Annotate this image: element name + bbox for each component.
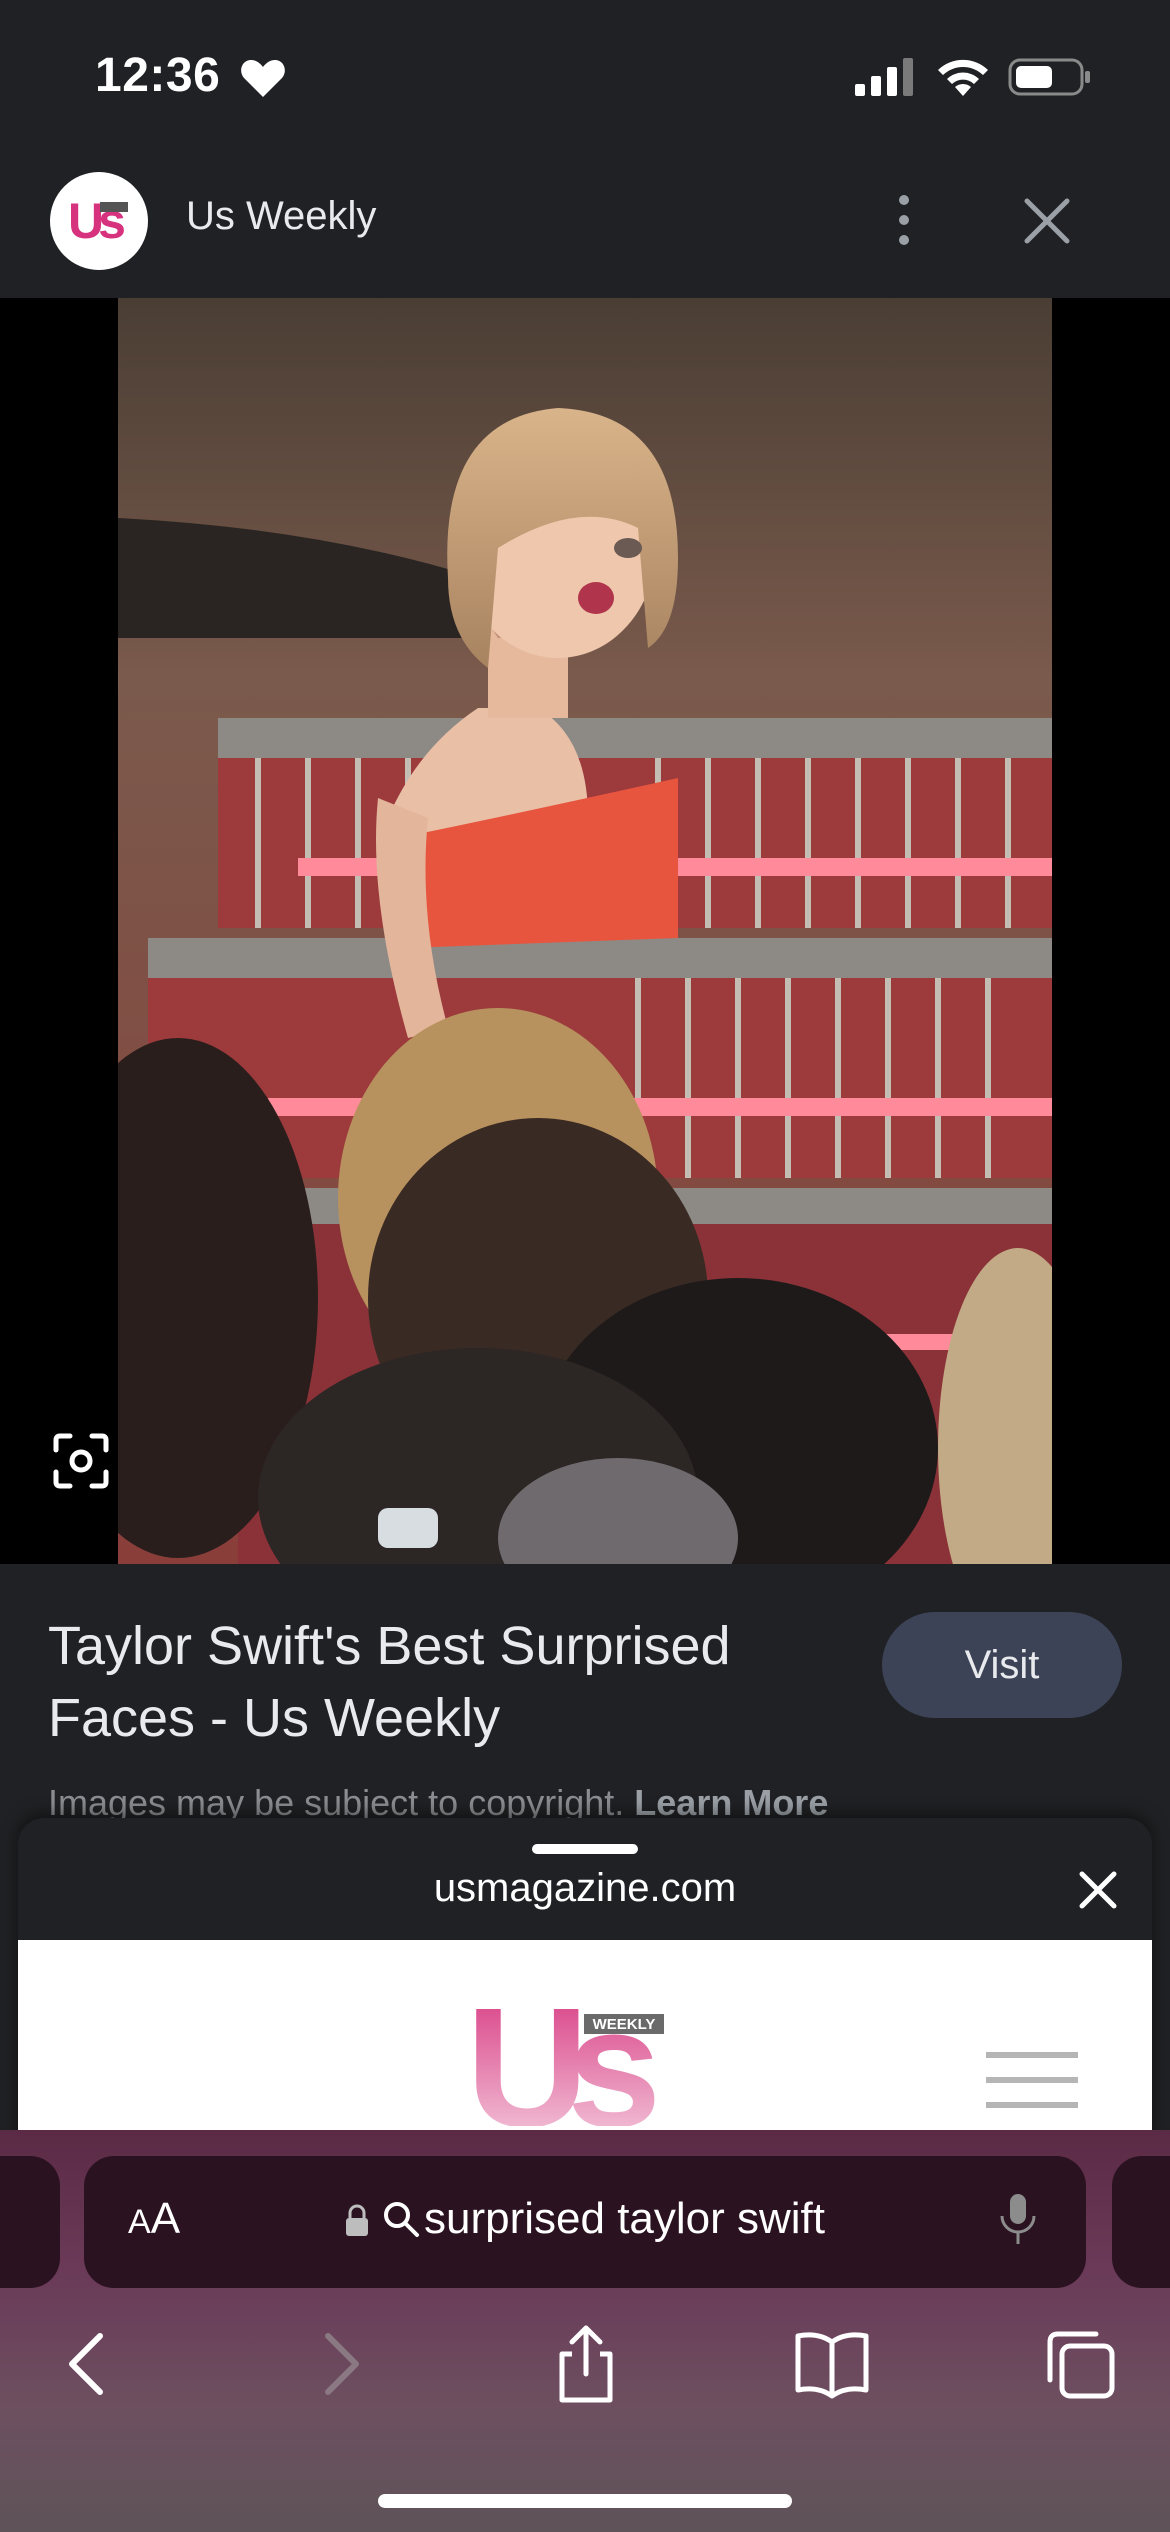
bookmarks-icon[interactable]: [792, 2324, 872, 2404]
learn-more-link[interactable]: Learn More: [634, 1782, 828, 1823]
hamburger-menu-icon[interactable]: [986, 2052, 1078, 2108]
wifi-icon: [938, 59, 988, 96]
sheet-domain: usmagazine.com: [433, 1866, 737, 1910]
cellular-signal-icon: [855, 58, 913, 96]
forward-button[interactable]: [300, 2324, 380, 2404]
site-logo: Us: [50, 172, 148, 270]
microphone-icon[interactable]: [998, 2192, 1038, 2248]
tabs-icon[interactable]: [1040, 2324, 1120, 2404]
close-icon[interactable]: [1022, 196, 1072, 246]
site-header: [0, 150, 1170, 298]
result-title[interactable]: Taylor Swift's Best Surprised Faces - Us…: [48, 1610, 828, 1754]
copyright-text: Images may be subject to copyright.: [48, 1782, 625, 1823]
more-options-icon[interactable]: [884, 190, 924, 250]
text-size-large-a: A: [150, 2194, 181, 2243]
sheet-close-icon[interactable]: [1074, 1866, 1122, 1914]
site-name[interactable]: Us Weekly: [186, 194, 376, 239]
google-lens-icon[interactable]: [52, 1432, 110, 1490]
share-icon[interactable]: [546, 2324, 626, 2404]
preview-logo-badge: WEEKLY: [593, 2016, 656, 2033]
text-size-button[interactable]: AA: [128, 2194, 180, 2244]
us-weekly-logo: Us WEEKLY: [466, 1996, 666, 2126]
status-time: 12:36: [95, 49, 221, 102]
back-button[interactable]: [48, 2324, 128, 2404]
next-tab-preview[interactable]: [1112, 2156, 1170, 2288]
heart-icon: [241, 60, 285, 97]
photo-illustration: [118, 298, 1052, 1564]
battery-icon: [1008, 58, 1090, 96]
home-indicator[interactable]: [378, 2494, 792, 2508]
site-logo-badge: [100, 202, 128, 212]
previous-tab-preview[interactable]: [0, 2156, 60, 2288]
visit-button[interactable]: Visit: [882, 1612, 1122, 1718]
sheet-drag-handle[interactable]: [532, 1844, 638, 1854]
address-text[interactable]: surprised taylor swift: [424, 2194, 825, 2244]
lock-icon: [346, 2204, 368, 2236]
text-size-small-a: A: [128, 2203, 151, 2241]
result-image[interactable]: [118, 298, 1052, 1564]
search-icon: [384, 2202, 419, 2237]
site-logo-text: Us: [68, 193, 126, 249]
